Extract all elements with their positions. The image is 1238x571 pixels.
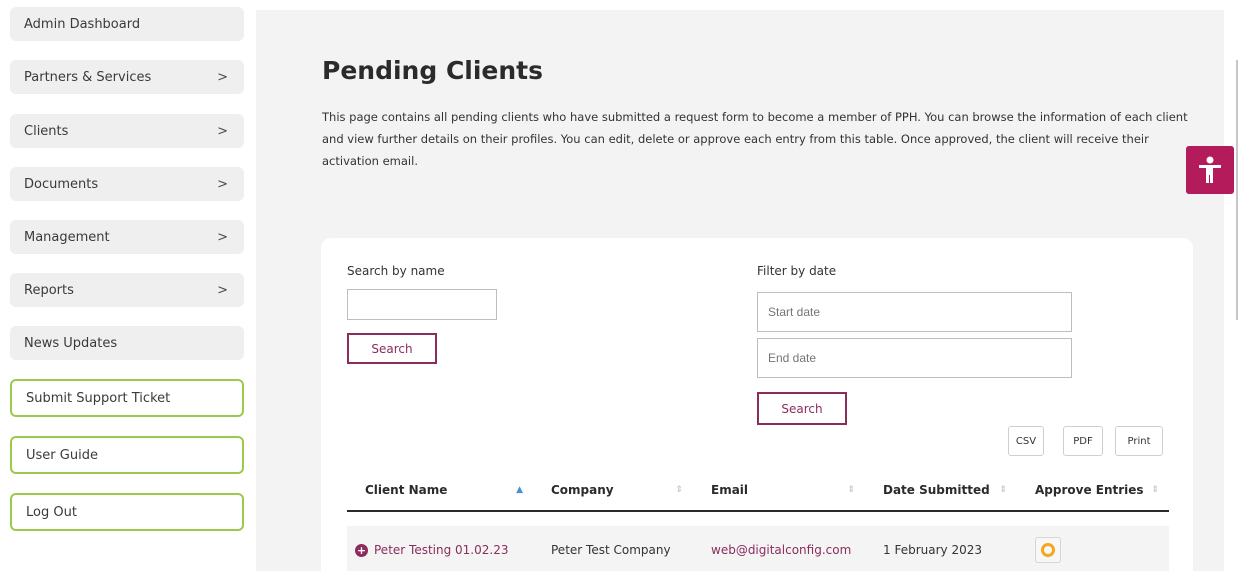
submit-support-ticket-button[interactable]: Submit Support Ticket xyxy=(10,379,244,417)
page-description: This page contains all pending clients w… xyxy=(322,110,1188,168)
sort-icon: ⇕ xyxy=(999,485,1007,495)
chevron-right-icon: > xyxy=(217,282,228,298)
accessibility-button[interactable] xyxy=(1186,146,1234,194)
table-row: + Peter Testing 01.02.23 Peter Test Comp… xyxy=(347,526,1169,571)
accessibility-person-icon xyxy=(1199,156,1221,183)
sidebar-item-reports[interactable]: Reports > xyxy=(10,273,244,307)
chevron-right-icon: > xyxy=(217,123,228,139)
search-name-input[interactable] xyxy=(347,289,497,320)
plus-circle-icon[interactable]: + xyxy=(355,543,368,557)
column-header-company[interactable]: Company ⇕ xyxy=(533,470,693,510)
filter-by-date-label: Filter by date xyxy=(757,264,837,278)
sidebar-item-admin-dashboard[interactable]: Admin Dashboard xyxy=(10,7,244,41)
button-label: Submit Support Ticket xyxy=(26,390,171,406)
sort-icon: ⇕ xyxy=(1151,485,1159,495)
sort-icon: ⇕ xyxy=(847,485,855,495)
page-title: Pending Clients xyxy=(322,56,544,85)
sort-ascending-icon: ▲ xyxy=(516,485,523,495)
email-link[interactable]: web@digitalconfig.com xyxy=(711,543,851,557)
client-name-cell[interactable]: + Peter Testing 01.02.23 xyxy=(347,526,533,571)
sidebar-item-label: News Updates xyxy=(24,335,118,351)
sidebar-item-documents[interactable]: Documents > xyxy=(10,167,244,201)
sidebar-item-partners-services[interactable]: Partners & Services > xyxy=(10,60,244,94)
button-label: Log Out xyxy=(26,504,77,520)
start-date-input[interactable] xyxy=(757,292,1072,332)
sidebar-item-news-updates[interactable]: News Updates xyxy=(10,326,244,360)
chevron-right-icon: > xyxy=(217,229,228,245)
sidebar-item-label: Admin Dashboard xyxy=(24,16,141,32)
approve-cell xyxy=(1017,526,1169,571)
search-by-name-label: Search by name xyxy=(347,264,445,278)
end-date-input[interactable] xyxy=(757,338,1072,378)
email-cell: web@digitalconfig.com xyxy=(693,526,865,571)
sidebar-item-label: Partners & Services xyxy=(24,69,152,85)
user-guide-button[interactable]: User Guide xyxy=(10,436,244,474)
client-name-link[interactable]: Peter Testing 01.02.23 xyxy=(374,543,508,557)
sidebar: Admin Dashboard Partners & Services > Cl… xyxy=(0,0,256,571)
sort-icon: ⇕ xyxy=(675,485,683,495)
sidebar-item-label: Documents xyxy=(24,176,99,192)
circle-status-icon xyxy=(1041,543,1055,557)
company-cell: Peter Test Company xyxy=(551,543,671,557)
sidebar-item-clients[interactable]: Clients > xyxy=(10,114,244,148)
column-header-date-submitted[interactable]: Date Submitted ⇕ xyxy=(865,470,1017,510)
button-label: User Guide xyxy=(26,447,98,463)
log-out-button[interactable]: Log Out xyxy=(10,493,244,531)
filter-date-search-button[interactable]: Search xyxy=(757,392,847,425)
approve-entry-button[interactable] xyxy=(1035,537,1061,563)
table-header: Client Name ▲ Company ⇕ Email ⇕ Date Sub… xyxy=(347,470,1169,512)
date-submitted-cell: 1 February 2023 xyxy=(883,543,982,557)
column-header-approve-entries[interactable]: Approve Entries ⇕ xyxy=(1017,470,1169,510)
chevron-right-icon: > xyxy=(217,176,228,192)
main-content: Pending Clients This page contains all p… xyxy=(256,10,1224,571)
pending-clients-table: Client Name ▲ Company ⇕ Email ⇕ Date Sub… xyxy=(347,470,1169,571)
export-csv-button[interactable]: CSV xyxy=(1008,426,1044,456)
export-pdf-button[interactable]: PDF xyxy=(1063,426,1103,456)
sidebar-item-label: Clients xyxy=(24,123,69,139)
column-header-email[interactable]: Email ⇕ xyxy=(693,470,865,510)
column-header-client-name[interactable]: Client Name ▲ xyxy=(347,470,533,510)
sidebar-item-management[interactable]: Management > xyxy=(10,220,244,254)
sidebar-item-label: Reports xyxy=(24,282,74,298)
pending-clients-card: Search by name Search Filter by date Sea… xyxy=(321,238,1193,571)
print-button[interactable]: Print xyxy=(1115,426,1163,456)
sidebar-item-label: Management xyxy=(24,229,110,245)
search-name-button[interactable]: Search xyxy=(347,333,437,364)
chevron-right-icon: > xyxy=(217,69,228,85)
